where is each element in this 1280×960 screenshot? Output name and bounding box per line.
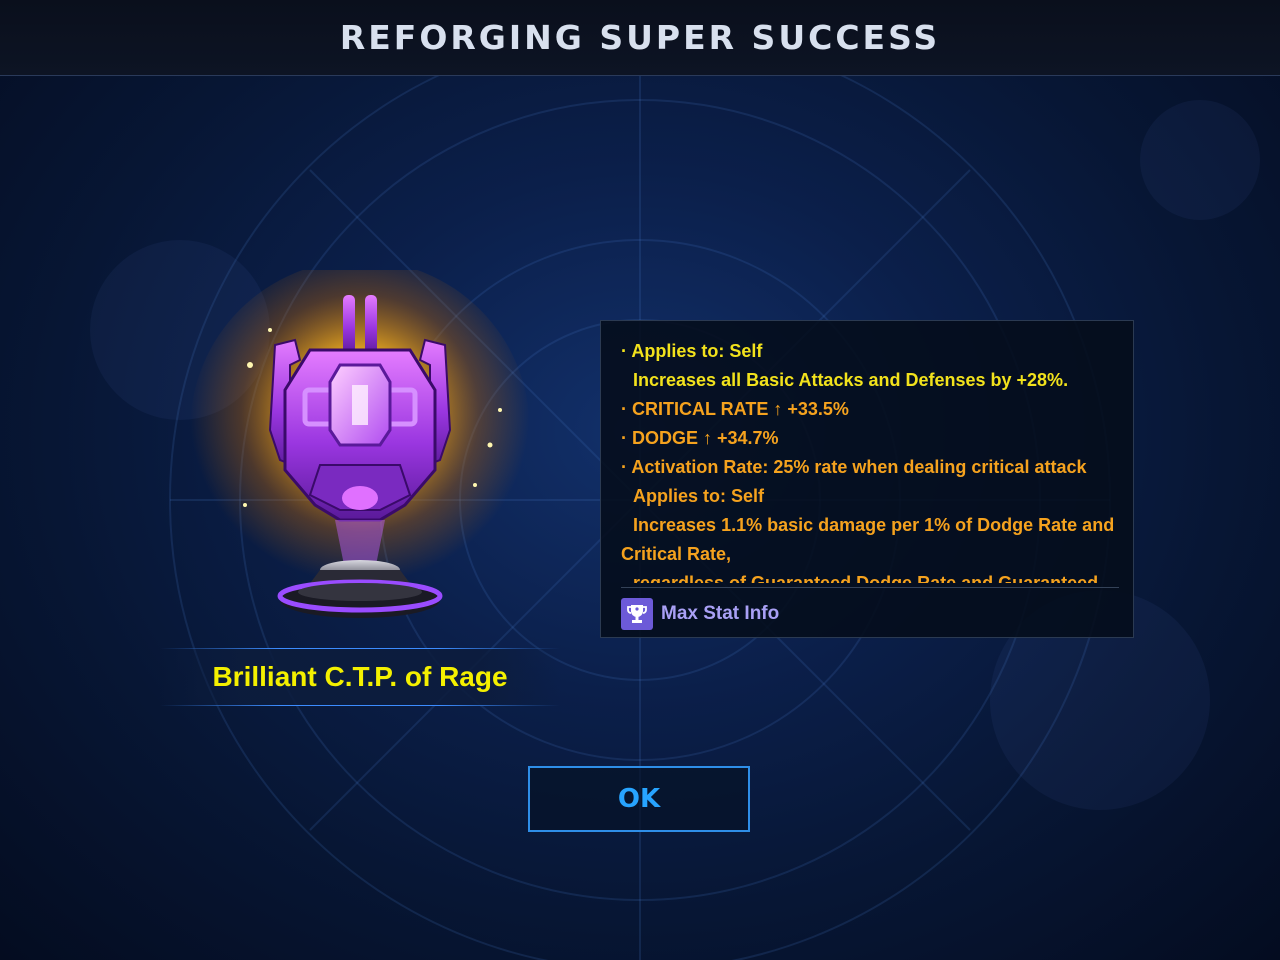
max-stat-info-button[interactable]: Max Stat Info (621, 597, 779, 631)
trophy-icon (621, 598, 653, 630)
stat-line: · Applies to: Self (621, 341, 763, 361)
max-stat-info-label: Max Stat Info (661, 603, 780, 624)
stat-panel[interactable]: · Applies to: Self Increases all Basic A… (600, 320, 1134, 638)
item-name: Brilliant C.T.P. of Rage (212, 661, 508, 692)
stat-line: Increases 1.1% basic damage per 1% of Do… (621, 515, 1115, 564)
stat-line: Increases all Basic Attacks and Defenses… (633, 370, 1069, 390)
screen-title: REFORGING SUPER SUCCESS (339, 18, 941, 57)
stat-line: · DODGE ↑ +34.7% (621, 428, 779, 448)
divider (621, 587, 1119, 588)
stat-line: Applies to: Self (633, 486, 765, 506)
ctp-rage-trophy-icon (190, 270, 530, 618)
stat-line: regardless of Guaranteed Dodge Rate and … (633, 573, 1099, 583)
title-bar: REFORGING SUPER SUCCESS (0, 0, 1280, 76)
stat-line: · CRITICAL RATE ↑ +33.5% (621, 399, 849, 419)
ok-button[interactable]: OK (528, 766, 750, 832)
ok-button-label: OK (617, 784, 661, 814)
stat-line: · Activation Rate: 25% rate when dealing… (621, 457, 1087, 477)
item-name-banner: Brilliant C.T.P. of Rage (160, 648, 560, 706)
stat-list[interactable]: · Applies to: Self Increases all Basic A… (621, 337, 1121, 583)
